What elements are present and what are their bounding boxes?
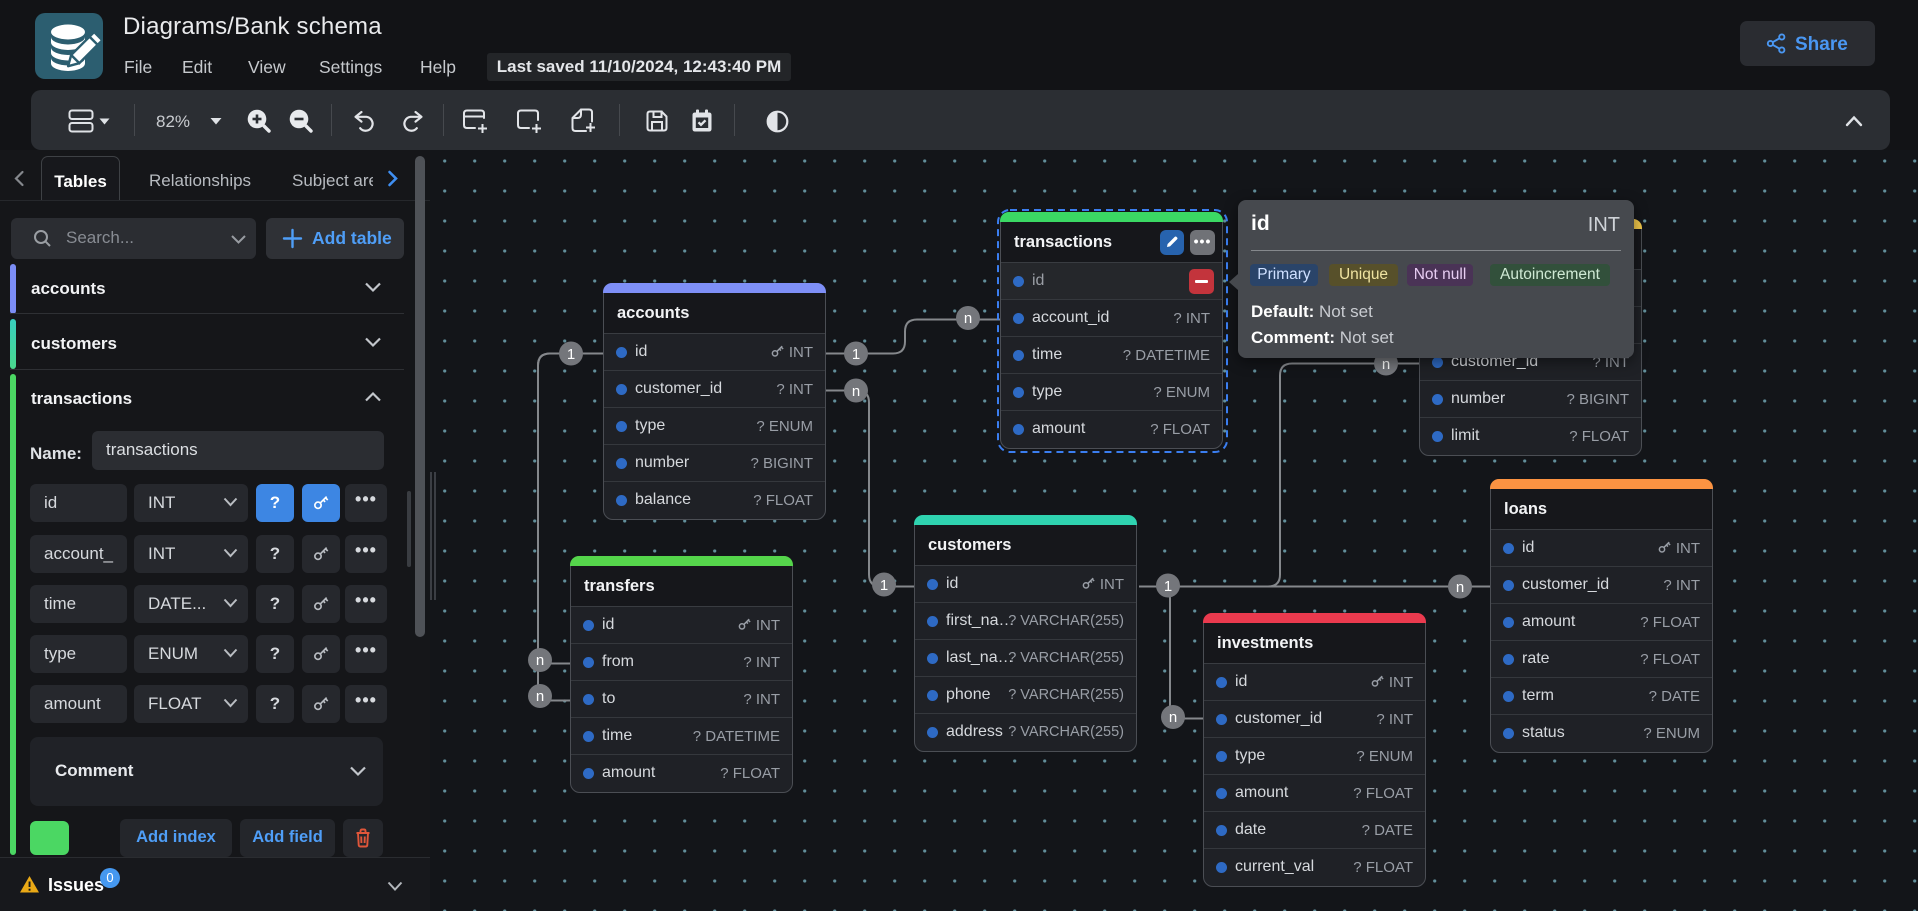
svg-text:n: n bbox=[1169, 709, 1177, 726]
svg-text:1: 1 bbox=[880, 577, 888, 594]
svg-text:n: n bbox=[852, 383, 860, 400]
svg-text:n: n bbox=[536, 652, 544, 669]
svg-text:1: 1 bbox=[1164, 578, 1172, 595]
svg-text:1: 1 bbox=[567, 346, 575, 363]
svg-text:n: n bbox=[1456, 579, 1464, 596]
svg-text:n: n bbox=[964, 310, 972, 327]
svg-text:n: n bbox=[1382, 356, 1390, 373]
svg-text:1: 1 bbox=[852, 346, 860, 363]
svg-text:n: n bbox=[536, 688, 544, 705]
